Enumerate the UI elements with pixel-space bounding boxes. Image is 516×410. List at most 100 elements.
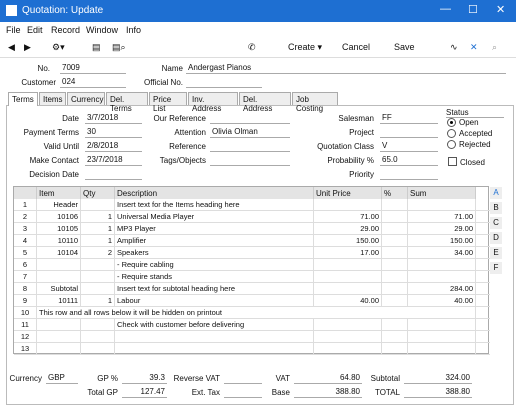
cell-desc[interactable] (115, 331, 314, 343)
menu-info[interactable]: Info (126, 25, 141, 35)
cell-desc[interactable]: MP3 Player (115, 223, 314, 235)
table-row[interactable]: 12 (14, 331, 490, 343)
tab-price-list[interactable]: Price List (149, 92, 187, 113)
cell-desc[interactable]: Speakers (115, 247, 314, 259)
cell-price[interactable]: 17.00 (314, 247, 382, 259)
official-no-field[interactable] (186, 77, 262, 88)
grid-side-button[interactable]: C (490, 217, 502, 229)
previous-icon[interactable]: ◀ (8, 42, 15, 53)
ext-tax-field[interactable] (224, 387, 262, 398)
tab-items[interactable]: Items (39, 92, 66, 105)
save-button[interactable]: Save (394, 42, 415, 52)
cell-desc[interactable] (115, 343, 314, 355)
cell-desc[interactable]: Check with customer before delivering (115, 319, 314, 331)
status-rejected-radio[interactable] (447, 140, 456, 149)
create-button[interactable]: Create ▾ (288, 42, 322, 53)
cell-qty[interactable]: 1 (81, 295, 115, 307)
cell-pct[interactable] (382, 199, 408, 211)
table-row[interactable]: 7 - Require stands (14, 271, 490, 283)
next-icon[interactable]: ▶ (24, 42, 31, 53)
cell-qty[interactable] (81, 319, 115, 331)
grid-side-button[interactable]: B (490, 202, 502, 214)
cell-pct[interactable] (382, 247, 408, 259)
table-row[interactable]: 9 10111 1 Labour 40.00 40.00 (14, 295, 490, 307)
make-contact-field[interactable]: 23/7/2018 (85, 155, 142, 166)
tab-del-address[interactable]: Del. Address (239, 92, 291, 113)
cell-sum[interactable]: 150.00 (408, 235, 476, 247)
cell-item[interactable]: 10104 (37, 247, 81, 259)
cell-sum[interactable]: 71.00 (408, 211, 476, 223)
print-icon[interactable]: ▤ (92, 42, 101, 53)
tags-objects-field[interactable] (210, 155, 290, 166)
cell-item[interactable]: 10105 (37, 223, 81, 235)
cell-desc[interactable]: - Require cabling (115, 259, 314, 271)
cell-qty[interactable]: 1 (81, 223, 115, 235)
attention-field[interactable]: Olivia Olman (210, 127, 290, 138)
attach-icon[interactable]: ⌕ (492, 42, 497, 53)
cell-pct[interactable] (382, 283, 408, 295)
project-field[interactable] (380, 127, 438, 138)
grid-side-button[interactable]: E (490, 247, 502, 259)
reverse-vat-field[interactable] (224, 373, 262, 384)
cell-qty[interactable]: 1 (81, 211, 115, 223)
menu-record[interactable]: Record (51, 25, 80, 35)
cell-pct[interactable] (382, 319, 408, 331)
cell-qty[interactable] (81, 343, 115, 355)
cell-qty[interactable]: 1 (81, 235, 115, 247)
cell-price[interactable]: 71.00 (314, 211, 382, 223)
tab-inv-address[interactable]: Inv. Address (188, 92, 238, 113)
cell-sum[interactable] (408, 259, 476, 271)
cell-item[interactable]: 10111 (37, 295, 81, 307)
table-row[interactable]: 6 - Require cabling (14, 259, 490, 271)
cell-pct[interactable] (382, 223, 408, 235)
our-reference-field[interactable] (210, 113, 290, 124)
menu-file[interactable]: File (6, 25, 21, 35)
maximize-button[interactable]: ☐ (468, 3, 478, 16)
cell-pct[interactable] (382, 259, 408, 271)
cell-sum[interactable] (408, 199, 476, 211)
cell-sum[interactable]: 34.00 (408, 247, 476, 259)
cell-qty[interactable] (81, 283, 115, 295)
minimize-button[interactable]: — (440, 3, 451, 15)
reference-field[interactable] (210, 141, 290, 152)
cell-price[interactable] (314, 199, 382, 211)
cell-item[interactable]: 10106 (37, 211, 81, 223)
cell-sum[interactable]: 284.00 (408, 283, 476, 295)
cell-pct[interactable] (382, 343, 408, 355)
table-row[interactable]: 3 10105 1 MP3 Player 29.00 29.00 (14, 223, 490, 235)
cell-desc[interactable]: Labour (115, 295, 314, 307)
cell-qty[interactable] (81, 331, 115, 343)
cell-sum[interactable] (408, 343, 476, 355)
quotation-class-field[interactable]: V (380, 141, 438, 152)
cancel-button[interactable]: Cancel (342, 42, 370, 52)
name-field[interactable]: Andergast Pianos (186, 63, 506, 74)
customer-field[interactable]: 024 (60, 77, 126, 88)
table-row[interactable]: 4 10110 1 Amplifier 150.00 150.00 (14, 235, 490, 247)
cell-qty[interactable]: 2 (81, 247, 115, 259)
cell-price[interactable] (314, 283, 382, 295)
cell-pct[interactable] (382, 271, 408, 283)
cell-pct[interactable] (382, 235, 408, 247)
cell-desc[interactable]: Universal Media Player (115, 211, 314, 223)
decision-date-field[interactable] (85, 169, 142, 180)
valid-until-field[interactable]: 2/8/2018 (85, 141, 142, 152)
cell-item[interactable] (37, 271, 81, 283)
gear-icon[interactable]: ⚙▾ (52, 42, 65, 53)
close-button[interactable]: ✕ (496, 3, 505, 16)
table-row[interactable]: 2 10106 1 Universal Media Player 71.00 71.00 (14, 211, 490, 223)
cell-item[interactable]: 10110 (37, 235, 81, 247)
tab-job-costing[interactable]: Job Costing (292, 92, 338, 113)
payment-terms-field[interactable]: 30 (85, 127, 142, 138)
activity-icon[interactable]: ∿ (450, 42, 458, 53)
cell-sum[interactable]: 40.00 (408, 295, 476, 307)
cell-item[interactable] (37, 259, 81, 271)
phone-icon[interactable]: ✆ (248, 42, 256, 53)
cell-price[interactable] (314, 259, 382, 271)
cell-qty[interactable] (81, 199, 115, 211)
closed-checkbox[interactable] (448, 157, 457, 166)
cell-item[interactable]: Header (37, 199, 81, 211)
date-field[interactable]: 3/7/2018 (85, 113, 142, 124)
cell-qty[interactable] (81, 271, 115, 283)
cell-qty[interactable] (81, 259, 115, 271)
table-row[interactable]: 1 Header Insert text for the Items heading… (14, 199, 490, 211)
